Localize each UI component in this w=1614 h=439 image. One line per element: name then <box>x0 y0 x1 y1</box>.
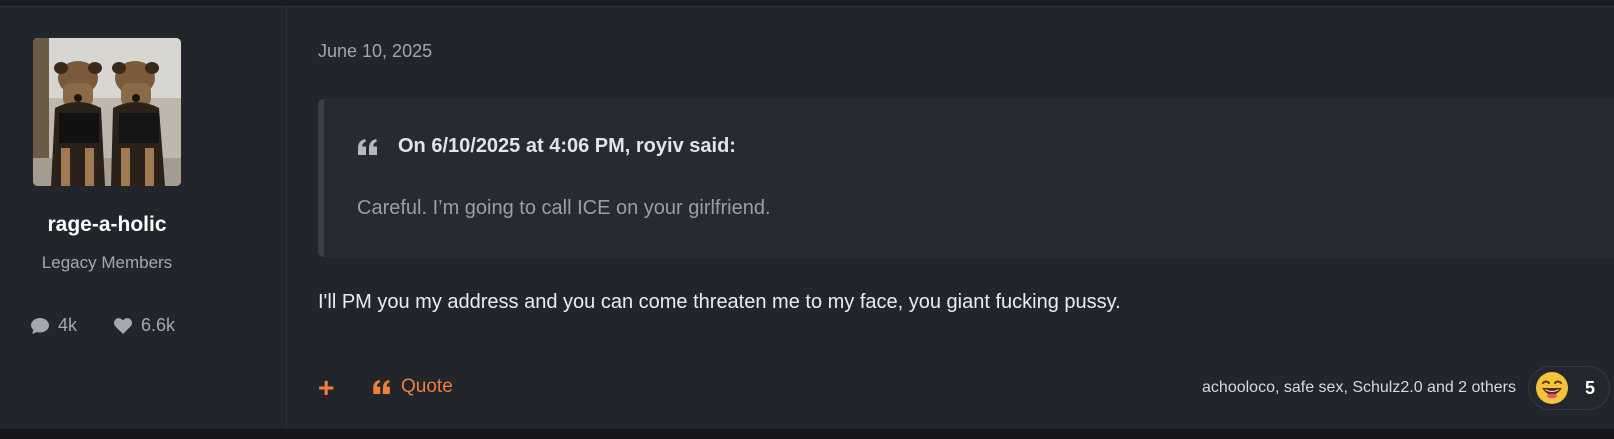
author-username[interactable]: rage-a-holic <box>0 213 214 237</box>
post-content: June 10, 2025 On 6/10/2025 at 4:06 PM, r… <box>287 7 1614 430</box>
quote-block: On 6/10/2025 at 4:06 PM, royiv said: Car… <box>318 99 1614 257</box>
post-footer: + Quote achooloco, safe sex, Schulz2.0 a… <box>318 364 1614 414</box>
multiquote-add-button[interactable]: + <box>318 374 334 402</box>
post-count: 4k <box>58 315 78 335</box>
post-date[interactable]: June 10, 2025 <box>318 41 432 62</box>
reactors-list[interactable]: achooloco, safe sex, Schulz2.0 and 2 oth… <box>1202 379 1516 397</box>
quote-button[interactable]: Quote <box>373 376 453 398</box>
author-usergroup: Legacy Members <box>41 253 173 272</box>
avatar-image <box>33 38 181 186</box>
quote-mark-icon <box>373 380 390 394</box>
quote-header: On 6/10/2025 at 4:06 PM, royiv said: <box>398 135 736 157</box>
quote-citation[interactable]: On 6/10/2025 at 4:06 PM, royiv said: <box>358 135 736 158</box>
chat-bubble-icon <box>31 317 49 334</box>
post-message: I'll PM you my address and you can come … <box>318 291 1121 313</box>
quote-body: Careful. I’m going to call ICE on your g… <box>357 197 771 219</box>
author-stats: 4k 6.6k <box>30 315 211 336</box>
bottom-divider <box>0 429 1614 439</box>
likes-stat: 6.6k <box>113 315 175 336</box>
likes-count: 6.6k <box>141 315 176 335</box>
reaction-button[interactable]: 5 <box>1528 366 1610 410</box>
reaction-count: 5 <box>1585 377 1596 398</box>
laughing-emoji-icon <box>1536 372 1568 404</box>
avatar[interactable] <box>33 38 181 186</box>
post-count-stat: 4k <box>30 315 77 336</box>
quote-button-label: Quote <box>401 376 453 397</box>
post: rage-a-holic Legacy Members 4k 6.6k June… <box>0 6 1614 430</box>
quote-mark-icon <box>358 138 377 155</box>
author-panel: rage-a-holic Legacy Members 4k 6.6k <box>0 7 287 430</box>
heart-icon <box>114 317 132 334</box>
